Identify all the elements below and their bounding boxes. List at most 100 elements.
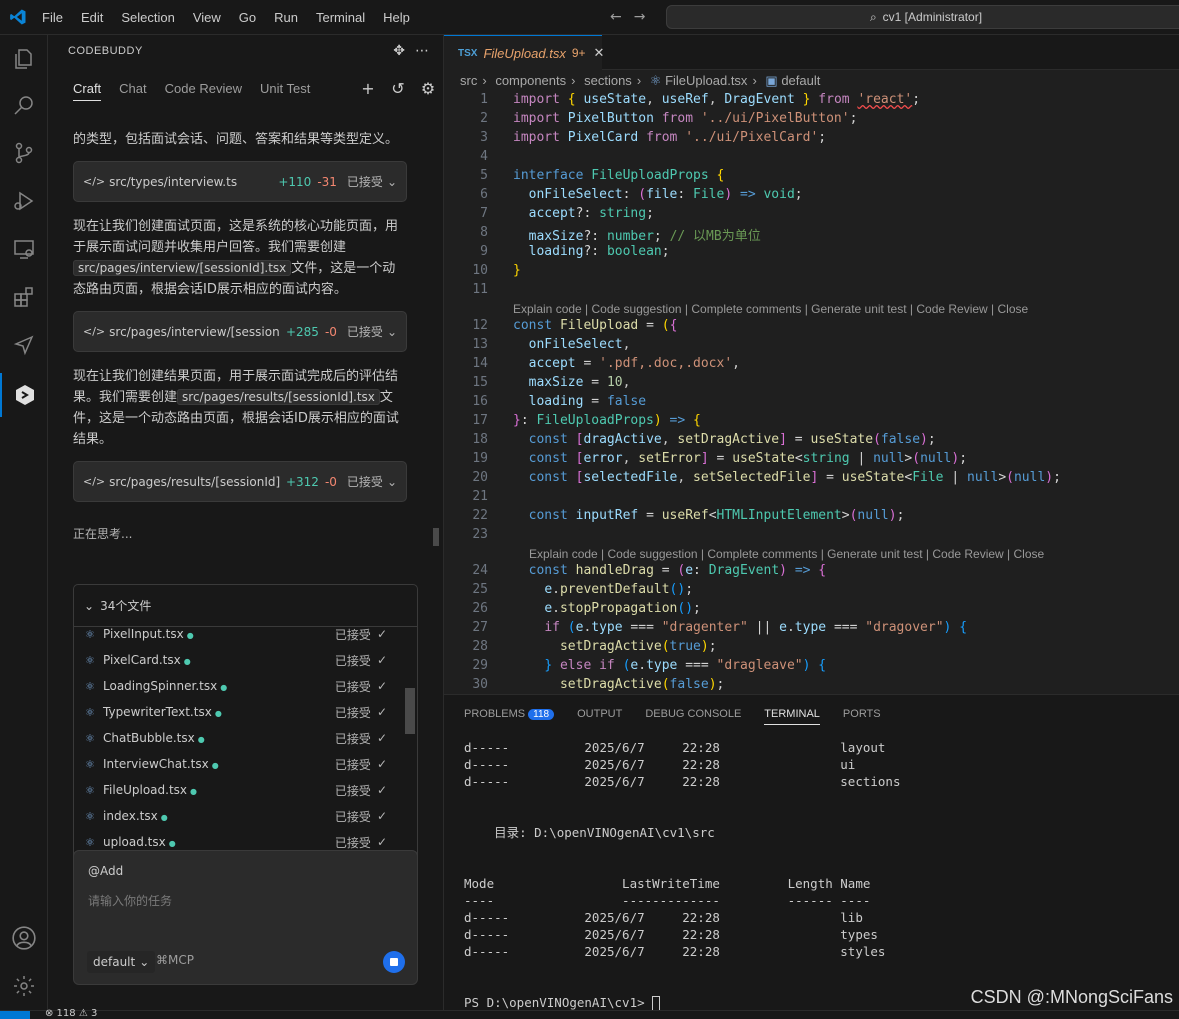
back-arrow-icon[interactable]: ← <box>610 9 622 25</box>
terminal-output[interactable]: d----- 2025/6/7 22:28 layout d----- 2025/… <box>464 739 901 1011</box>
list-item[interactable]: ⚛ InterviewChat.tsx ● 已接受 ✓ <box>74 751 404 777</box>
account-icon[interactable] <box>0 916 48 960</box>
terminal-lines: d----- 2025/6/7 22:28 layout d----- 2025/… <box>464 739 901 994</box>
lines-removed: -0 <box>324 474 337 489</box>
panel-tabs: PROBLEMS 118 OUTPUT DEBUG CONSOLE TERMINA… <box>464 708 904 725</box>
file-change-card[interactable]: </> src/pages/results/[sessionId].tsx +3… <box>73 461 407 502</box>
tab-fileupload[interactable]: TSX FileUpload.tsx 9+ ✕ <box>444 35 605 70</box>
breadcrumb-components[interactable]: components <box>495 73 566 88</box>
chevron-down-icon[interactable]: ⌄ <box>387 325 397 339</box>
settings-gear-icon[interactable] <box>0 964 48 1008</box>
task-input-box[interactable]: @Add 请输入你的任务 default ⌄ ⌘MCP <box>73 850 418 985</box>
tab-chat[interactable]: Chat <box>119 81 146 101</box>
tab-debug-console[interactable]: DEBUG CONSOLE <box>645 708 741 725</box>
code-line: 25 e.preventDefault(); <box>472 582 694 597</box>
list-item[interactable]: ⚛ FileUpload.tsx ● 已接受 ✓ <box>74 777 404 803</box>
menu-run[interactable]: Run <box>274 10 298 25</box>
menu-view[interactable]: View <box>193 10 221 25</box>
tab-unit-test[interactable]: Unit Test <box>260 81 310 101</box>
file-change-card[interactable]: </> src/types/interview.ts +110 -31 已接受 … <box>73 161 407 202</box>
extensions-icon[interactable] <box>0 275 48 319</box>
code-line: 9 loading?: boolean; <box>480 244 670 259</box>
react-file-icon: ⚛ <box>85 783 95 797</box>
card-filename: src/pages/interview/[sessionId].... <box>109 324 280 339</box>
codelens-actions[interactable]: Explain code | Code suggestion | Complet… <box>444 301 1179 318</box>
code-line: 13 onFileSelect, <box>472 337 631 352</box>
remote-indicator[interactable] <box>0 1011 30 1019</box>
list-item[interactable]: ⚛ ChatBubble.tsx ● 已接受 ✓ <box>74 725 404 751</box>
list-item[interactable]: ⚛ TypewriterText.tsx ● 已接受 ✓ <box>74 699 404 725</box>
breadcrumb-symbol[interactable]: default <box>781 73 820 88</box>
file-list-scrollbar[interactable] <box>405 629 415 849</box>
watermark: CSDN @:MNongSciFans <box>970 987 1173 1007</box>
menu-go[interactable]: Go <box>239 10 256 25</box>
remote-explorer-icon[interactable] <box>0 227 48 271</box>
tab-output[interactable]: OUTPUT <box>577 708 622 725</box>
forward-arrow-icon[interactable]: → <box>634 9 646 25</box>
editor-tabs: TSX FileUpload.tsx 9+ ✕ <box>444 35 1179 70</box>
code-line: 16 loading = false <box>472 394 647 409</box>
tab-craft[interactable]: Craft <box>73 81 102 101</box>
codebuddy-icon[interactable] <box>0 373 48 417</box>
menu-file[interactable]: File <box>42 10 63 25</box>
send-icon[interactable] <box>0 323 48 367</box>
move-icon[interactable]: ✥ <box>393 43 405 59</box>
chevron-down-icon[interactable]: ⌄ <box>387 175 397 189</box>
breadcrumb-src[interactable]: src <box>460 73 477 88</box>
panel-scrollbar[interactable] <box>433 528 439 546</box>
stop-icon <box>390 958 398 966</box>
tab-problems[interactable]: PROBLEMS 118 <box>464 708 555 725</box>
tab-ports[interactable]: PORTS <box>843 708 881 725</box>
new-chat-icon[interactable]: + <box>353 79 383 98</box>
inline-code: src/pages/interview/[sessionId].tsx <box>73 260 292 276</box>
list-item[interactable]: ⚛ index.tsx ● 已接受 ✓ <box>74 803 404 829</box>
terminal-line: d----- 2025/6/7 22:28 layout <box>464 740 886 755</box>
menu-selection[interactable]: Selection <box>121 10 174 25</box>
file-change-card[interactable]: </> src/pages/interview/[sessionId].... … <box>73 311 407 352</box>
breadcrumb-file[interactable]: FileUpload.tsx <box>665 73 747 88</box>
stop-button[interactable] <box>383 951 405 973</box>
more-icon[interactable]: ⋯ <box>415 43 429 59</box>
status-problems[interactable]: ⊗ 118 ⚠ 3 <box>45 1008 97 1019</box>
list-item[interactable]: ⚛ LoadingSpinner.tsx ● 已接受 ✓ <box>74 673 404 699</box>
code-line: 29 } else if (e.type === "dragleave") { <box>472 658 827 673</box>
card-filename: src/types/interview.ts <box>109 174 238 189</box>
mode-select[interactable]: default ⌄ <box>87 951 156 973</box>
history-icon[interactable]: ↺ <box>383 79 413 98</box>
source-control-icon[interactable] <box>0 131 48 175</box>
check-icon: ✓ <box>376 757 387 771</box>
terminal-line: d----- 2025/6/7 22:28 ui <box>464 757 856 772</box>
task-input[interactable]: 请输入你的任务 <box>88 892 172 909</box>
run-debug-icon[interactable] <box>0 179 48 223</box>
menu-help[interactable]: Help <box>383 10 410 25</box>
breadcrumb-sections[interactable]: sections <box>584 73 632 88</box>
close-icon[interactable]: ✕ <box>594 45 605 61</box>
menu-edit[interactable]: Edit <box>81 10 103 25</box>
tab-terminal[interactable]: TERMINAL <box>764 708 820 725</box>
accept-status: 已接受 <box>346 475 383 489</box>
explorer-icon[interactable] <box>0 37 48 81</box>
search-view-icon[interactable] <box>0 83 48 127</box>
code-line: 4 <box>480 149 488 164</box>
list-item[interactable]: ⚛ PixelInput.tsx ● 已接受 ✓ <box>74 621 404 647</box>
code-editor[interactable]: 1 import { useState, useRef, DragEvent } … <box>444 92 1179 696</box>
command-center-search[interactable]: ⌕ cv1 [Administrator] <box>666 5 1179 29</box>
add-context-button[interactable]: @Add <box>88 864 123 878</box>
react-file-icon: ⚛ <box>85 627 95 641</box>
codelens-actions[interactable]: Explain code | Code suggestion | Complet… <box>444 546 1179 563</box>
code-line: 2 import PixelButton from '../ui/PixelBut… <box>480 111 858 126</box>
plug-icon: ⌘ <box>156 953 168 967</box>
chevron-down-icon[interactable]: ⌄ <box>387 475 397 489</box>
message-text: 的类型，包括面试会话、问题、答案和结果等类型定义。 <box>73 132 399 147</box>
mcp-button[interactable]: ⌘MCP <box>156 953 194 967</box>
list-item[interactable]: ⚛ PixelCard.tsx ● 已接受 ✓ <box>74 647 404 673</box>
menu-terminal[interactable]: Terminal <box>316 10 365 25</box>
check-icon: ✓ <box>376 653 387 667</box>
react-file-icon: ⚛ <box>85 835 95 849</box>
code-line: 23 <box>472 527 488 542</box>
changed-files-list: ⌄ 34个文件 ⚛ PixelInput.tsx ● 已接受 ✓ ⚛ PixelCard.… <box>73 584 418 862</box>
settings-icon[interactable]: ⚙ <box>413 79 443 98</box>
tab-code-review[interactable]: Code Review <box>165 81 242 101</box>
